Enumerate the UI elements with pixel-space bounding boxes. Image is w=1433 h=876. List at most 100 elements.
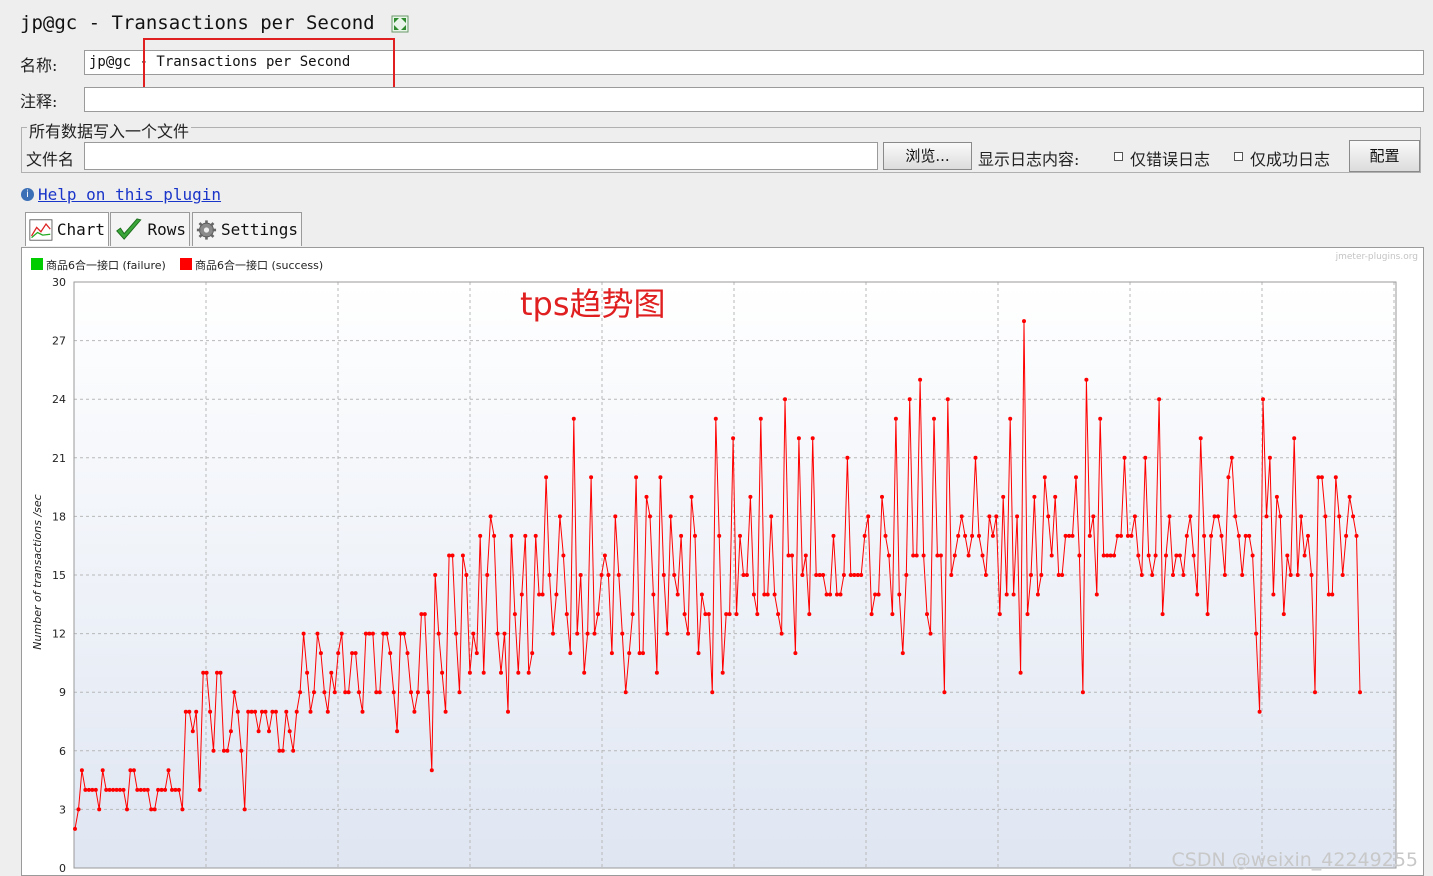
data-point-success	[1070, 533, 1075, 538]
data-point-success	[966, 553, 971, 558]
data-point-success	[488, 514, 493, 519]
data-point-success	[841, 573, 846, 577]
data-point-success	[1333, 475, 1338, 480]
data-point-success	[696, 651, 701, 656]
data-point-success	[616, 573, 621, 577]
data-point-success	[838, 592, 843, 597]
data-point-success	[322, 690, 327, 695]
configure-button[interactable]: 配置	[1349, 140, 1420, 172]
data-point-success	[131, 768, 136, 773]
data-point-success	[928, 631, 933, 636]
expand-icon[interactable]	[391, 15, 409, 33]
name-label: 名称:	[20, 56, 58, 75]
data-point-success	[675, 592, 680, 597]
data-point-success	[363, 631, 368, 636]
data-point-success	[1046, 514, 1051, 519]
data-point-success	[194, 709, 199, 714]
data-point-success	[1205, 612, 1210, 617]
data-point-success	[886, 553, 891, 558]
tab-chart[interactable]: Chart	[25, 212, 109, 246]
data-point-success	[1202, 533, 1207, 538]
data-point-success	[429, 768, 434, 773]
data-point-success	[163, 787, 168, 792]
data-point-success	[149, 807, 154, 812]
data-point-success	[1098, 416, 1103, 421]
data-point-success	[959, 514, 964, 519]
data-point-success	[166, 768, 171, 773]
data-point-success	[1011, 592, 1016, 597]
data-point-success	[644, 494, 649, 499]
data-point-success	[118, 787, 122, 792]
data-point-success	[1108, 553, 1113, 558]
comment-field[interactable]	[84, 87, 1424, 112]
tab-settings[interactable]: Settings	[192, 212, 302, 246]
data-point-success	[772, 592, 777, 597]
data-point-success	[904, 573, 909, 577]
data-point-success	[1001, 494, 1006, 499]
data-point-success	[796, 436, 801, 441]
data-point-success	[443, 709, 448, 714]
errors-only-checkbox[interactable]	[1114, 152, 1123, 161]
data-point-success	[970, 533, 975, 538]
data-point-success	[1344, 533, 1349, 538]
y-tick-label: 18	[52, 510, 66, 523]
data-point-success	[502, 631, 507, 636]
data-point-success	[1153, 553, 1158, 558]
data-point-success	[346, 690, 351, 695]
data-point-success	[973, 455, 978, 460]
help-link[interactable]: Help on this plugin	[38, 185, 221, 204]
tab-rows-label: Rows	[147, 220, 186, 239]
data-point-success	[1295, 573, 1300, 577]
data-point-success	[1340, 573, 1345, 577]
data-point-success	[232, 690, 237, 695]
data-point-success	[100, 768, 105, 773]
data-point-success	[415, 690, 420, 695]
data-point-success	[769, 514, 774, 519]
data-point-success	[651, 592, 656, 597]
data-point-success	[786, 553, 791, 558]
data-point-success	[873, 592, 878, 597]
data-point-success	[661, 573, 666, 577]
data-point-success	[301, 631, 306, 636]
data-point-success	[1292, 436, 1297, 441]
data-point-success	[1198, 436, 1203, 441]
data-point-success	[197, 787, 202, 792]
data-point-success	[1278, 514, 1283, 519]
data-point-success	[156, 787, 161, 792]
data-point-success	[1323, 514, 1328, 519]
info-icon: i	[21, 188, 34, 201]
data-point-success	[228, 729, 233, 734]
data-point-success	[1264, 514, 1269, 519]
filename-field[interactable]	[84, 142, 878, 170]
data-point-success	[554, 592, 559, 597]
data-point-success	[800, 573, 805, 577]
data-point-success	[1358, 690, 1362, 695]
data-point-success	[135, 787, 140, 792]
data-point-success	[602, 553, 607, 558]
highlight-box	[143, 38, 395, 89]
data-point-success	[1247, 533, 1252, 538]
tab-rows[interactable]: Rows	[110, 212, 190, 246]
data-point-success	[460, 553, 465, 558]
data-point-success	[377, 690, 382, 695]
y-axis-label: Number of transactions /sec	[31, 494, 44, 649]
success-only-checkbox[interactable]	[1234, 152, 1243, 161]
data-point-success	[1164, 553, 1168, 558]
data-point-success	[329, 670, 334, 675]
data-point-success	[1261, 397, 1265, 402]
legend-label-success: 商品6合一接口 (success)	[195, 258, 323, 272]
data-point-success	[876, 592, 881, 597]
data-point-success	[810, 436, 815, 441]
data-point-success	[1226, 475, 1231, 480]
data-point-success	[1074, 475, 1078, 480]
data-point-success	[1250, 553, 1255, 558]
data-point-success	[1351, 514, 1356, 519]
legend-swatch-success	[180, 258, 192, 270]
data-point-success	[1167, 514, 1172, 519]
browse-button[interactable]: 浏览...	[883, 142, 972, 170]
y-tick-label: 3	[59, 803, 66, 816]
data-point-success	[949, 573, 954, 577]
data-point-success	[852, 573, 857, 577]
data-point-success	[1243, 533, 1248, 538]
data-point-success	[544, 475, 549, 480]
